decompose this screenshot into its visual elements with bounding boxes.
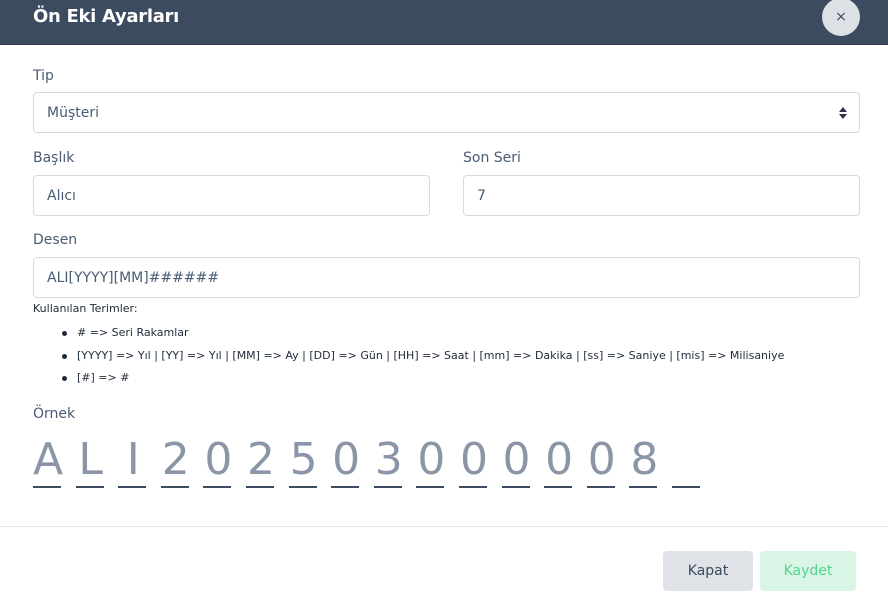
title-label: Başlık [33, 150, 75, 166]
terms-item: [#] => # [62, 369, 784, 392]
example-char: 0 [544, 434, 587, 490]
terms-title: Kullanılan Terimler: [33, 302, 138, 315]
pattern-input-value: ALI[YYYY][MM]###### [47, 269, 220, 286]
type-label: Tip [33, 68, 54, 84]
select-arrows-icon [839, 105, 847, 121]
pattern-label: Desen [33, 232, 78, 248]
footer-divider [0, 526, 888, 527]
last-serial-input-value: 7 [477, 187, 486, 204]
example-char: 3 [373, 434, 417, 490]
example-char: 8 [629, 434, 672, 490]
close-button[interactable]: × [822, 0, 860, 36]
title-input-value: Alıcı [47, 187, 76, 204]
example-char: 0 [586, 434, 630, 490]
title-input[interactable]: Alıcı [33, 175, 430, 216]
example-char: 5 [288, 434, 332, 490]
terms-item: [YYYY] => Yıl | [YY] => Yıl | [MM] => Ay… [62, 347, 784, 370]
example-char: 0 [203, 434, 246, 490]
type-select-value: Müşteri [47, 104, 99, 121]
example-char: 0 [416, 434, 459, 490]
terms-item: # => Seri Rakamlar [62, 324, 784, 347]
last-serial-input[interactable]: 7 [463, 175, 860, 216]
example-preview: A L I 2 0 2 5 0 3 0 0 0 0 0 8 [33, 434, 715, 490]
save-button[interactable]: Kaydet [760, 551, 856, 591]
example-label: Örnek [33, 406, 76, 422]
save-button-label: Kaydet [783, 563, 833, 579]
close-icon: × [835, 9, 847, 25]
pattern-input[interactable]: ALI[YYYY][MM]###### [33, 257, 860, 298]
example-char: 0 [458, 434, 502, 490]
example-char: 0 [501, 434, 545, 490]
example-char: 0 [331, 434, 374, 490]
example-char: L [75, 434, 119, 490]
example-char: A [33, 434, 76, 490]
example-char: I [118, 434, 161, 490]
prefix-settings-modal: Ön Eki Ayarları × Tip Müşteri Başlık Alı… [0, 0, 888, 605]
example-char [671, 434, 715, 490]
close-modal-button[interactable]: Kapat [663, 551, 753, 591]
example-char: 2 [245, 434, 289, 490]
last-serial-label: Son Seri [463, 150, 521, 166]
type-select[interactable]: Müşteri [33, 92, 860, 133]
modal-title: Ön Eki Ayarları [33, 6, 179, 27]
example-char: 2 [160, 434, 204, 490]
modal-header: Ön Eki Ayarları × [0, 0, 888, 45]
close-modal-button-label: Kapat [687, 563, 729, 579]
terms-list: # => Seri Rakamlar [YYYY] => Yıl | [YY] … [62, 324, 784, 392]
